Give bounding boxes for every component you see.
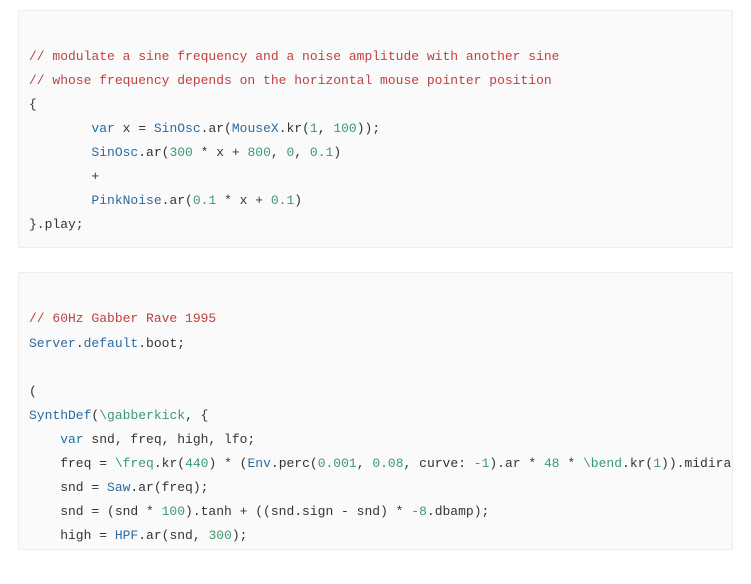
code-line: var x = SinOsc.ar(MouseX.kr(1, 100)); (29, 121, 380, 136)
code-block-2[interactable]: // 60Hz Gabber Rave 1995 Server.default.… (18, 272, 733, 550)
code-line: { (29, 97, 37, 112)
code-line: SynthDef(\gabberkick, { (29, 408, 208, 423)
code-line: var snd, freq, high, lfo; (29, 432, 255, 447)
code-line: PinkNoise.ar(0.1 * x + 0.1) (29, 193, 302, 208)
code-line: freq = \freq.kr(440) * (Env.perc(0.001, … (29, 456, 733, 471)
code-line: snd = (snd * 100).tanh + ((snd.sign - sn… (29, 504, 489, 519)
code-line: }.play; (29, 217, 84, 232)
comment-line: // modulate a sine frequency and a noise… (29, 49, 560, 64)
code-line: Server.default.boot; (29, 336, 185, 351)
code-line: SinOsc.ar(300 * x + 800, 0, 0.1) (29, 145, 341, 160)
comment-line: // 60Hz Gabber Rave 1995 (29, 311, 216, 326)
comment-line: // whose frequency depends on the horizo… (29, 73, 552, 88)
code-line: high = HPF.ar(snd, 300); (29, 528, 247, 543)
code-line: snd = Saw.ar(freq); (29, 480, 208, 495)
code-line: + (29, 169, 99, 184)
code-line: ( (29, 384, 37, 399)
code-block-1: // modulate a sine frequency and a noise… (18, 10, 733, 248)
